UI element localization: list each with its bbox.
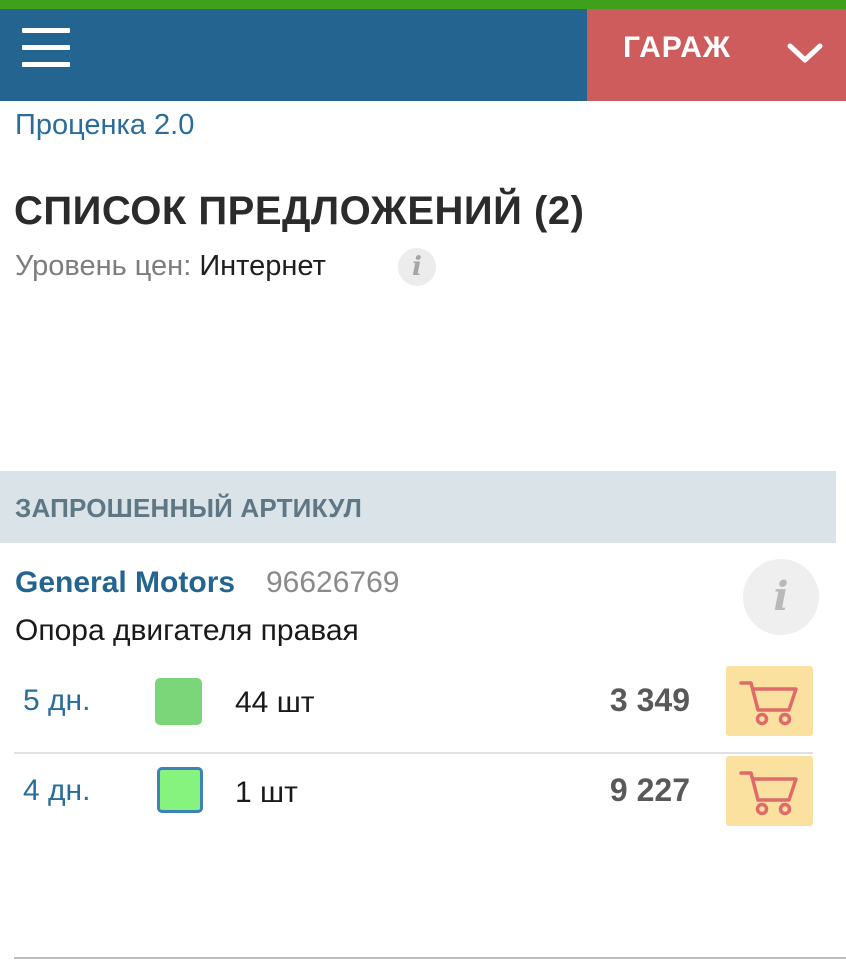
part-description: Опора двигателя правая (15, 614, 359, 647)
section-title: ЗАПРОШЕННЫЙ АРТИКУЛ (15, 493, 363, 523)
garage-label: ГАРАЖ (623, 31, 731, 64)
app-header: ГАРАЖ (0, 9, 846, 101)
add-to-cart-button[interactable] (726, 756, 813, 826)
part-info-icon[interactable]: i (743, 559, 819, 635)
offer-row: 4 дн. 1 шт 9 227 (0, 748, 846, 836)
offer-price: 3 349 (610, 682, 696, 719)
offer-quantity: 44 шт (235, 686, 315, 719)
offer-price-value: 9 227 (609, 772, 690, 808)
stock-indicator (155, 678, 202, 725)
part-article-number: 96626769 (266, 566, 400, 599)
price-level-label: Уровень цен: (15, 250, 192, 282)
breadcrumb-link[interactable]: Проценка 2.0 (15, 109, 194, 142)
cart-icon (739, 771, 798, 816)
offer-price: 9 227 (610, 772, 696, 809)
cart-icon (739, 681, 798, 726)
price-level-value: Интернет (199, 250, 326, 282)
garage-button[interactable]: ГАРАЖ (587, 9, 846, 101)
requested-article-section-header: ЗАПРОШЕННЫЙ АРТИКУЛ (0, 471, 836, 543)
delivery-days: 5 дн. (23, 684, 91, 717)
bottom-divider (14, 957, 846, 959)
part-brand[interactable]: General Motors (15, 566, 235, 600)
page-title: СПИСОК ПРЕДЛОЖЕНИЙ (2) (14, 189, 585, 233)
top-accent-stripe (0, 0, 846, 9)
offer-row: 5 дн. 44 шт 3 349 (0, 658, 846, 746)
price-level-info-icon[interactable]: i (398, 248, 436, 286)
add-to-cart-button[interactable] (726, 666, 813, 736)
chevron-down-icon (787, 43, 823, 63)
offer-quantity: 1 шт (235, 776, 298, 809)
price-level: Уровень цен: Интернет (15, 250, 326, 283)
delivery-days: 4 дн. (23, 774, 91, 807)
hamburger-icon[interactable] (22, 28, 72, 70)
stock-indicator (157, 767, 203, 813)
offer-price-value: 3 349 (609, 682, 690, 718)
